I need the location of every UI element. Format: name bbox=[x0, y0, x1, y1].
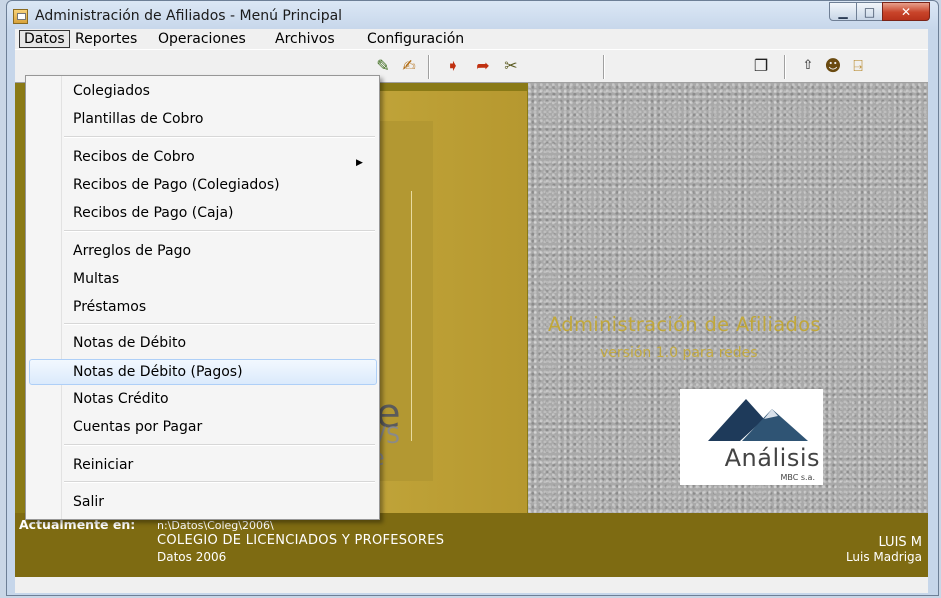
tools-icon[interactable]: ✂ bbox=[501, 56, 521, 76]
exit-door-icon[interactable]: ⍈ bbox=[848, 56, 868, 76]
title-bar: Administración de Afiliados - Menú Princ… bbox=[7, 1, 938, 29]
menu-item-recibos-pago-caja[interactable]: Recibos de Pago (Caja) bbox=[73, 201, 234, 225]
window-title: Administración de Afiliados - Menú Princ… bbox=[35, 8, 343, 24]
menu-item-reiniciar[interactable]: Reiniciar bbox=[73, 453, 133, 477]
menu-separator bbox=[64, 136, 375, 138]
export-icon[interactable]: ➧ bbox=[443, 56, 463, 76]
logo-subtitle: MBC s.a. bbox=[780, 473, 815, 482]
menu-operaciones[interactable]: Operaciones bbox=[154, 30, 250, 48]
app-icon bbox=[13, 9, 28, 24]
report-icon[interactable]: ✎ bbox=[373, 56, 393, 76]
menu-bar: Datos Reportes Operaciones Archivos Conf… bbox=[15, 29, 928, 49]
logo-name: Análisis bbox=[724, 444, 820, 472]
status-user-short: LUIS M bbox=[878, 535, 922, 550]
menu-reportes[interactable]: Reportes bbox=[71, 30, 141, 48]
menu-configuracion[interactable]: Configuración bbox=[363, 30, 468, 48]
toolbar-separator bbox=[603, 55, 605, 79]
up-arrow-icon[interactable]: ⇧ bbox=[798, 56, 818, 76]
edit-icon[interactable]: ✍ bbox=[399, 56, 419, 76]
maximize-button[interactable]: □ bbox=[856, 2, 883, 21]
company-logo: Análisis MBC s.a. bbox=[680, 389, 823, 485]
splash-divider bbox=[411, 191, 412, 441]
status-data-year: Datos 2006 bbox=[157, 550, 227, 564]
menu-separator bbox=[64, 444, 375, 446]
menu-separator bbox=[64, 230, 375, 232]
close-button[interactable]: ✕ bbox=[882, 2, 930, 21]
status-path: n:\Datos\Coleg\2006\ bbox=[157, 519, 274, 532]
menu-item-notas-debito-pagos[interactable]: Notas de Débito (Pagos) bbox=[73, 360, 243, 384]
window-icon[interactable]: ❐ bbox=[751, 56, 771, 76]
datos-dropdown-menu: Colegiados Plantillas de Cobro Recibos d… bbox=[25, 75, 380, 520]
users-icon[interactable]: ☻ bbox=[823, 56, 843, 76]
menu-item-multas[interactable]: Multas bbox=[73, 267, 119, 291]
menu-separator bbox=[64, 481, 375, 483]
menu-item-prestamos[interactable]: Préstamos bbox=[73, 295, 146, 319]
menu-item-plantillas-cobro[interactable]: Plantillas de Cobro bbox=[73, 107, 203, 131]
app-version: versión 1.0 para redes bbox=[600, 345, 758, 361]
toolbar-separator bbox=[428, 55, 430, 79]
splash-right-panel: Administración de Afiliados versión 1.0 … bbox=[528, 83, 928, 513]
menu-item-notas-debito[interactable]: Notas de Débito bbox=[73, 331, 186, 355]
menu-datos[interactable]: Datos bbox=[19, 30, 70, 48]
app-brand-title: Administración de Afiliados bbox=[548, 313, 821, 336]
minimize-button[interactable]: ▁ bbox=[829, 2, 857, 21]
menu-item-recibos-pago-colegiados[interactable]: Recibos de Pago (Colegiados) bbox=[73, 173, 280, 197]
logo-triangles-icon bbox=[708, 399, 808, 441]
submenu-arrow-icon: ▶ bbox=[356, 158, 363, 168]
menu-item-arreglos-pago[interactable]: Arreglos de Pago bbox=[73, 239, 191, 263]
status-panel: Actualmente en: n:\Datos\Coleg\2006\ COL… bbox=[15, 513, 928, 577]
menu-archivos[interactable]: Archivos bbox=[271, 30, 339, 48]
status-user-full: Luis Madriga bbox=[845, 550, 922, 564]
menu-item-notas-credito[interactable]: Notas Crédito bbox=[73, 387, 169, 411]
menu-item-recibos-cobro[interactable]: Recibos de Cobro bbox=[73, 145, 195, 169]
menu-separator bbox=[64, 323, 375, 325]
menu-item-salir[interactable]: Salir bbox=[73, 490, 104, 514]
status-organization: COLEGIO DE LICENCIADOS Y PROFESORES bbox=[157, 533, 445, 548]
toolbar-separator bbox=[784, 55, 786, 79]
import-icon[interactable]: ➦ bbox=[473, 56, 493, 76]
menu-item-colegiados[interactable]: Colegiados bbox=[73, 79, 150, 103]
menu-item-cuentas-pagar[interactable]: Cuentas por Pagar bbox=[73, 415, 202, 439]
